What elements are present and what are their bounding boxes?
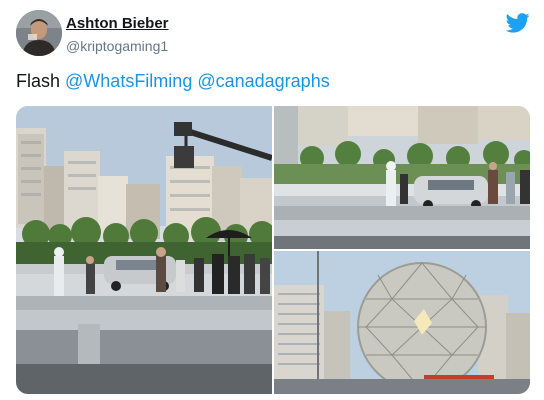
author-handle[interactable]: @kriptogaming1	[66, 38, 168, 54]
avatar[interactable]	[16, 10, 62, 56]
mention-canadagraphs[interactable]: @canadagraphs	[197, 71, 329, 91]
tweet-text: Flash @WhatsFilming @canadagraphs	[16, 71, 330, 92]
author-name[interactable]: Ashton Bieber	[66, 15, 169, 32]
media-photo-bridge[interactable]	[274, 106, 530, 249]
twitter-bird-icon[interactable]	[505, 12, 530, 34]
media-photo-dome[interactable]	[274, 251, 530, 394]
mention-whatsfilming[interactable]: @WhatsFilming	[65, 71, 192, 91]
tweet-card: Ashton Bieber @kriptogaming1 Flash @What…	[0, 0, 544, 400]
tweet-text-body: Flash	[16, 71, 66, 91]
tweet-media-grid	[16, 106, 530, 394]
media-photo-crane[interactable]	[16, 106, 272, 394]
